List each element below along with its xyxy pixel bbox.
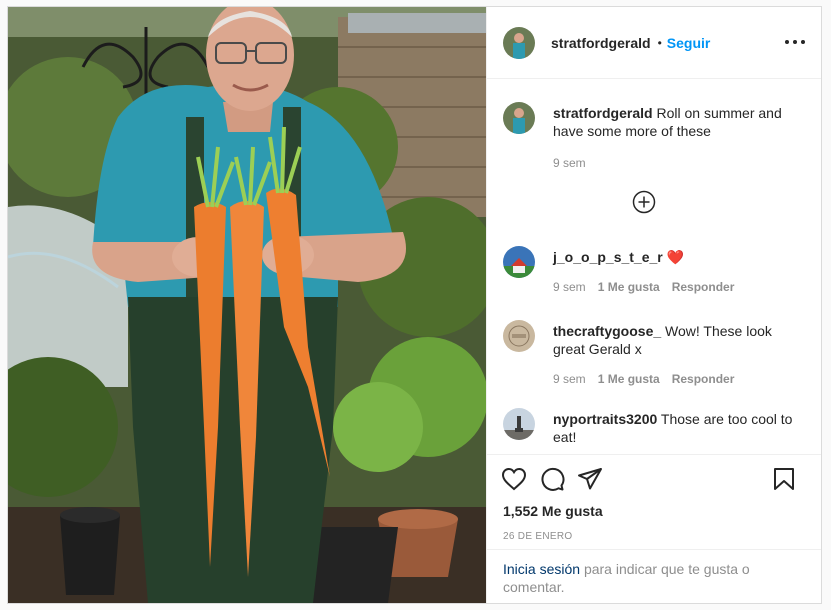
caption-avatar[interactable] [503, 102, 535, 134]
post-card: stratfordgerald • Seguir stratfordgerald… [7, 6, 822, 604]
caption-time[interactable]: 9 sem [553, 154, 586, 172]
comment-row: nyportraits3200 Those are too cool to ea… [503, 408, 807, 446]
comment-username[interactable]: thecraftygoose_ [553, 323, 661, 339]
share-icon[interactable] [577, 467, 603, 491]
login-link[interactable]: Inicia sesión [503, 561, 580, 577]
comment-row: thecraftygoose_ Wow! These look great Ge… [503, 320, 807, 388]
comment-avatar[interactable] [503, 246, 535, 278]
more-options-icon[interactable] [785, 34, 805, 50]
author-username[interactable]: stratfordgerald [551, 35, 651, 51]
post-sidebar: stratfordgerald • Seguir stratfordgerald… [486, 7, 821, 603]
comment-likes[interactable]: 1 Me gusta [598, 370, 660, 388]
plus-circle-icon[interactable] [632, 190, 656, 214]
bookmark-icon[interactable] [773, 467, 795, 491]
post-header: stratfordgerald • Seguir [487, 7, 821, 79]
post-photo[interactable] [8, 7, 486, 603]
post-date[interactable]: 26 DE ENERO [487, 519, 821, 542]
separator-dot: • [657, 35, 662, 50]
comment-avatar[interactable] [503, 320, 535, 352]
comment-time[interactable]: 9 sem [553, 278, 586, 296]
comment-row: j_o_o_p_s_t_e_r ❤️ 9 sem 1 Me gusta Resp… [503, 246, 807, 296]
comment-likes[interactable]: 1 Me gusta [598, 278, 660, 296]
caption-row: stratfordgerald Roll on summer and have … [503, 102, 807, 172]
login-prompt: Inicia sesión para indicar que te gusta … [487, 549, 821, 606]
reply-button[interactable]: Responder [672, 278, 735, 296]
comments-list: stratfordgerald Roll on summer and have … [487, 80, 821, 454]
garden-photo [8, 7, 486, 603]
comment-username[interactable]: nyportraits3200 [553, 411, 657, 427]
likes-count[interactable]: 1,552 Me gusta [487, 503, 821, 519]
comment-text: ❤️ [666, 249, 685, 265]
comment-avatar[interactable] [503, 408, 535, 440]
reply-button[interactable]: Responder [672, 370, 735, 388]
comment-username[interactable]: j_o_o_p_s_t_e_r [553, 249, 663, 265]
follow-button[interactable]: Seguir [667, 35, 711, 51]
post-actions: 1,552 Me gusta 26 DE ENERO Inicia sesión… [487, 454, 821, 604]
heart-icon[interactable] [501, 467, 527, 491]
caption-username[interactable]: stratfordgerald [553, 105, 653, 121]
author-avatar[interactable] [503, 26, 535, 59]
comment-icon[interactable] [539, 467, 565, 491]
comment-time[interactable]: 9 sem [553, 370, 586, 388]
